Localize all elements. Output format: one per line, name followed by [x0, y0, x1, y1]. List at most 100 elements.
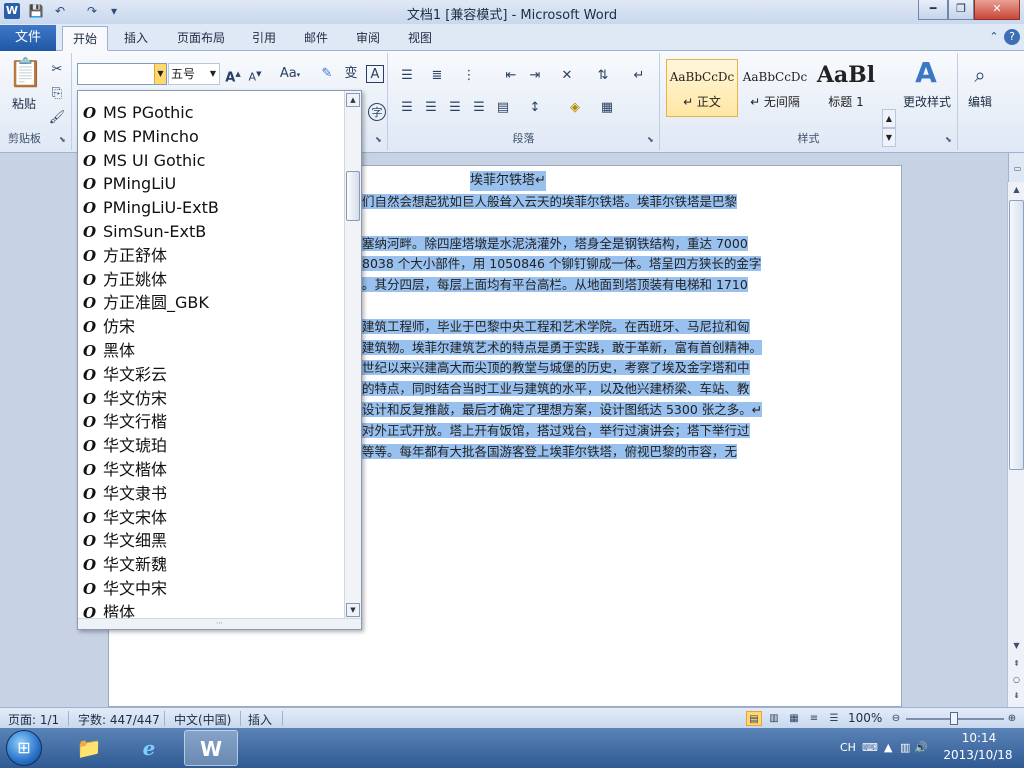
font-list-item[interactable]: O 华文隶书 [78, 482, 344, 506]
resize-grip-icon[interactable]: ⋯ [78, 618, 361, 629]
minimize-ribbon-icon[interactable]: ⌃ [986, 29, 1002, 45]
font-list-item[interactable]: O PMingLiU-ExtB [78, 196, 344, 220]
increase-indent-icon[interactable]: ⇥ [526, 67, 544, 85]
sort-icon[interactable]: ⇅ [594, 67, 612, 85]
font-list-item[interactable]: O 华文中宋 [78, 577, 344, 601]
volume-icon[interactable]: 🔊 [914, 741, 928, 754]
styles-launcher-icon[interactable]: ⬊ [945, 136, 953, 144]
document-line[interactable]: 8038 个大小部件，用 1050846 个铆钉铆成一体。塔呈四方狭长的金字 [362, 254, 762, 274]
font-list-item[interactable]: O 方正准圆_GBK [78, 291, 344, 315]
zoom-in-icon[interactable]: ⊕ [1004, 711, 1020, 726]
font-list-item[interactable]: O MS PMincho [78, 125, 344, 149]
document-line[interactable]: 等等。每年都有大批各国游客登上埃菲尔铁塔，俯视巴黎的市容，无 [362, 442, 738, 462]
document-line[interactable]: 世纪以来兴建高大而尖顶的教堂与城堡的历史，考察了埃及金字塔和中 [362, 358, 750, 378]
document-line[interactable]: 设计和反复推敲，最后才确定了理想方案，设计图纸达 5300 张之多。↵ [362, 400, 763, 420]
tab-review[interactable]: 审阅 [346, 26, 390, 51]
justify-icon[interactable]: ☰ [470, 99, 488, 117]
font-list-item[interactable]: O 华文仿宋 [78, 387, 344, 411]
font-list-item[interactable]: O 华文细黑 [78, 529, 344, 553]
tab-references[interactable]: 引用 [242, 26, 286, 51]
full-screen-reading-icon[interactable]: ▥ [766, 711, 782, 726]
font-list-item[interactable]: O 方正舒体 [78, 244, 344, 268]
clipboard-launcher-icon[interactable]: ⬊ [59, 136, 67, 144]
browse-object-icon[interactable]: ○ [1009, 672, 1024, 688]
web-layout-icon[interactable]: ▦ [786, 711, 802, 726]
font-list-item[interactable]: O 仿宋 [78, 315, 344, 339]
align-right-icon[interactable]: ☰ [446, 99, 464, 117]
document-scroll-thumb[interactable] [1009, 200, 1024, 470]
font-size-dropdown-arrow-icon[interactable]: ▼ [210, 64, 216, 84]
network-icon[interactable]: ▥ [900, 741, 910, 754]
format-painter-icon[interactable]: 🖌 [48, 109, 66, 127]
font-list-item[interactable]: O 黑体 [78, 339, 344, 363]
zoom-slider-thumb[interactable] [950, 712, 958, 725]
font-list-item[interactable]: O SimSun-ExtB [78, 220, 344, 244]
cut-icon[interactable]: ✂ [48, 61, 66, 79]
style-no-spacing[interactable]: AaBbCcDc ↵ 无间隔 [740, 59, 810, 117]
draft-view-icon[interactable]: ☰ [826, 711, 842, 726]
clear-formatting-icon[interactable]: ✎ [318, 65, 336, 83]
document-heading[interactable]: 埃菲尔铁塔↵ [470, 171, 546, 191]
start-button[interactable]: ⊞ [6, 730, 42, 766]
bullets-icon[interactable]: ☰ [398, 67, 416, 85]
copy-icon[interactable]: ⎘ [48, 85, 66, 103]
explorer-taskbar-icon[interactable]: 📁 [62, 730, 116, 766]
font-list-item[interactable]: O 华文行楷 [78, 410, 344, 434]
language-indicator[interactable]: 中文(中国) [174, 711, 231, 728]
font-list-item[interactable]: O 方正姚体 [78, 268, 344, 292]
tab-view[interactable]: 视图 [398, 26, 442, 51]
font-list-scroll-thumb[interactable] [346, 171, 360, 221]
font-list-item[interactable]: O 华文楷体 [78, 458, 344, 482]
font-list-scroll-down-icon[interactable]: ▼ [346, 603, 360, 617]
font-launcher-icon[interactable]: ⬊ [375, 136, 383, 144]
close-button[interactable]: ✕ [974, 0, 1020, 20]
editing-label[interactable]: 编辑 [968, 93, 992, 110]
document-line[interactable]: 。其分四层，每层上面均有平台高栏。从地面到塔顶装有电梯和 1710 [362, 275, 748, 295]
document-vertical-scrollbar[interactable]: ▲ ▼ ⇞ ○ ⇟ [1007, 182, 1024, 707]
font-size-combobox[interactable]: 五号 ▼ [168, 63, 220, 85]
line-spacing-icon[interactable]: ↕ [526, 99, 544, 117]
font-list-item[interactable]: O 华文琥珀 [78, 434, 344, 458]
font-list-item[interactable]: O 华文新魏 [78, 553, 344, 577]
numbering-icon[interactable]: ≣ [428, 67, 446, 85]
change-case-icon[interactable]: Aa▾ [278, 65, 302, 83]
print-layout-view-icon[interactable]: ▤ [746, 711, 762, 726]
outline-view-icon[interactable]: ≡ [806, 711, 822, 726]
style-heading-1[interactable]: AaBl 标题 1 [812, 59, 880, 117]
document-line[interactable]: 建筑工程师，毕业于巴黎中央工程和艺术学院。在西班牙、马尼拉和匈 [362, 317, 750, 337]
font-name-dropdown-arrow-icon[interactable]: ▼ [154, 64, 166, 84]
font-list-scrollbar[interactable]: ▲ ▼ [344, 91, 361, 619]
scroll-down-icon[interactable]: ▼ [1009, 638, 1024, 654]
previous-page-icon[interactable]: ⇞ [1009, 656, 1024, 672]
restore-button[interactable]: ❐ [948, 0, 974, 20]
paste-icon[interactable]: 📋 [8, 57, 43, 89]
tab-page-layout[interactable]: 页面布局 [168, 26, 234, 51]
page-indicator[interactable]: 页面: 1/1 [8, 711, 59, 728]
tab-file[interactable]: 文件 [0, 25, 56, 51]
align-left-icon[interactable]: ☰ [398, 99, 416, 117]
decrease-indent-icon[interactable]: ⇤ [502, 67, 520, 85]
styles-scroll-up-icon[interactable]: ▲ [882, 109, 896, 128]
font-list-item[interactable]: O PMingLiU [78, 172, 344, 196]
change-styles-label[interactable]: 更改样式 [903, 93, 951, 110]
chinese-layout-icon[interactable]: ✕ [558, 67, 576, 85]
styles-scroll-down-icon[interactable]: ▼ [882, 128, 896, 147]
insert-mode-indicator[interactable]: 插入 [248, 711, 272, 728]
help-icon[interactable]: ? [1004, 29, 1020, 45]
scroll-up-icon[interactable]: ▲ [1009, 182, 1024, 198]
document-line[interactable]: 塞纳河畔。除四座塔墩是水泥浇灌外，塔身全是钢铁结构，重达 7000 [362, 234, 748, 254]
clock-date[interactable]: 2013/10/18 [938, 748, 1018, 762]
ruler-toggle-icon[interactable]: ▭ [1010, 161, 1024, 177]
tab-insert[interactable]: 插入 [114, 26, 158, 51]
multilevel-list-icon[interactable]: ⋮ [460, 67, 478, 85]
align-center-icon[interactable]: ☰ [422, 99, 440, 117]
minimize-button[interactable]: ━ [918, 0, 948, 20]
document-line[interactable]: 建筑物。埃菲尔建筑艺术的特点是勇于实践，敢于革新，富有首创精神。 [362, 338, 763, 358]
font-list-item[interactable]: O MS PGothic [78, 101, 344, 125]
borders-icon[interactable]: ▦ [598, 99, 616, 117]
clock-time[interactable]: 10:14 [944, 731, 1014, 745]
grow-font-icon[interactable]: A▲ [224, 65, 242, 85]
zoom-level[interactable]: 100% [848, 711, 882, 725]
tab-home[interactable]: 开始 [62, 26, 108, 51]
tab-mailings[interactable]: 邮件 [294, 26, 338, 51]
